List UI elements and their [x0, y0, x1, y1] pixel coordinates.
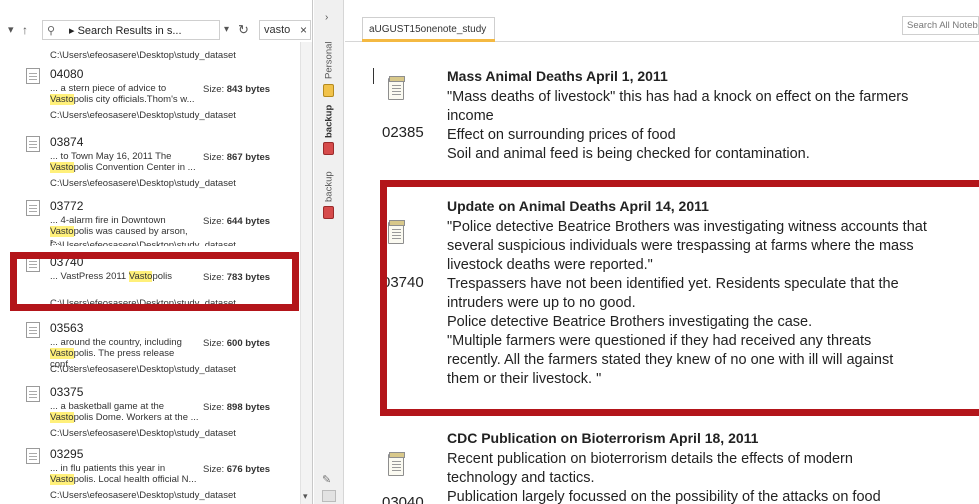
result-item-03295[interactable]: 03295 ... in flu patients this year in V… [0, 446, 300, 504]
result-snippet: ... a basketball game at the Vastopolis … [50, 401, 199, 423]
search-input[interactable]: vasto × [259, 20, 311, 40]
address-bar: ▾ ↑ ⚲ ▸ Search Results in s... ▾ ↻ vasto… [0, 0, 312, 42]
note-line: "Mass deaths of livestock" this has had … [447, 89, 909, 105]
result-path: C:\Users\efeosasere\Desktop\study_datase… [50, 428, 236, 439]
note-icon [388, 452, 405, 476]
back-dropdown-icon[interactable]: ▾ [8, 24, 14, 36]
note-number: 02385 [382, 124, 424, 141]
section-tabs-strip: › Personal backup backup ✎ [314, 0, 344, 504]
result-snippet: ... a stern piece of advice to Vastopoli… [50, 83, 195, 105]
result-title: 03375 [50, 385, 84, 399]
note-line: technology and tactics. [447, 470, 595, 486]
result-snippet: ... to Town May 16, 2011 The Vastopolis … [50, 151, 196, 173]
note-line: income [447, 108, 494, 124]
location-path-text: ▸ Search Results in s... [69, 25, 182, 37]
search-all-notebooks-input[interactable]: Search All Notebooks [902, 16, 979, 35]
search-hit-highlight: Vasto [50, 226, 74, 237]
notebook-icon [323, 84, 334, 97]
result-size: Size: 644 bytes [203, 216, 271, 227]
search-hit-highlight: Vasto [50, 162, 74, 173]
note-line: Soil and animal feed is being checked fo… [447, 146, 810, 162]
result-item-03563[interactable]: 03563 ... around the country, including … [0, 320, 300, 388]
result-snippet: ... in flu patients this year in Vastopo… [50, 463, 197, 485]
result-title: 03772 [50, 199, 84, 213]
note-line: Recent publication on bioterrorism detai… [447, 451, 853, 467]
section-tab-backup-2[interactable]: backup [318, 170, 340, 204]
scroll-down-icon[interactable]: ▾ [303, 491, 308, 502]
note-line: Publication largely focussed on the poss… [447, 489, 881, 504]
search-hit-highlight: Vasto [50, 474, 74, 485]
result-item-04080[interactable]: 04080 ... a stern piece of advice to Vas… [0, 66, 300, 134]
result-title: 03874 [50, 135, 84, 149]
result-item-03874[interactable]: 03874 ... to Town May 16, 2011 The Vasto… [0, 134, 300, 202]
note-body: Recent publication on bioterrorism detai… [447, 450, 979, 504]
path-dropdown-icon[interactable]: ▾ [224, 24, 229, 35]
file-icon [26, 68, 40, 84]
result-size: Size: 676 bytes [203, 464, 271, 475]
location-path-box[interactable]: ⚲ ▸ Search Results in s... [42, 20, 220, 40]
search-hit-highlight: Vasto [50, 94, 74, 105]
result-item-03375[interactable]: 03375 ... a basketball game at the Vasto… [0, 384, 300, 452]
result-size: Size: 600 bytes [203, 338, 271, 349]
result-title: 03563 [50, 321, 84, 335]
result-path: C:\Users\efeosasere\Desktop\study_datase… [50, 240, 236, 246]
note-body: "Mass deaths of livestock" this has had … [447, 88, 979, 164]
note-line: Effect on surrounding prices of food [447, 127, 676, 143]
result-path: C:\Users\efeosasere\Desktop\study_datase… [50, 50, 236, 61]
collapse-arrow-icon[interactable]: › [325, 12, 328, 23]
search-icon: ⚲ [47, 25, 56, 37]
text-cursor [373, 68, 374, 84]
search-hit-highlight: Vasto [50, 412, 74, 423]
highlight-box [380, 180, 979, 416]
note-heading: Mass Animal Deaths April 1, 2011 [447, 68, 668, 84]
file-icon [26, 386, 40, 402]
file-icon [26, 200, 40, 216]
result-path: C:\Users\efeosasere\Desktop\study_datase… [50, 178, 236, 189]
file-icon [26, 448, 40, 464]
up-arrow-icon[interactable]: ↑ [22, 24, 28, 36]
notebook-icon [323, 206, 334, 219]
pen-icon[interactable]: ✎ [322, 473, 331, 486]
result-path: C:\Users\efeosasere\Desktop\study_datase… [50, 110, 236, 121]
result-size: Size: 898 bytes [203, 402, 271, 413]
result-title: 04080 [50, 67, 84, 81]
search-hit-highlight: Vasto [50, 348, 74, 359]
notebook-icon [323, 142, 334, 155]
refresh-icon[interactable]: ↻ [238, 22, 249, 38]
note-heading: CDC Publication on Bioterrorism April 18… [447, 430, 759, 446]
clear-search-icon[interactable]: × [300, 23, 307, 37]
results-scrollbar[interactable]: ▾ [300, 42, 312, 504]
search-query-text: vasto [264, 24, 291, 36]
result-size: Size: 843 bytes [203, 84, 271, 95]
result-path: C:\Users\efeosasere\Desktop\study_datase… [50, 490, 236, 501]
note-icon [388, 76, 405, 100]
search-results-pane: ▾ ↑ ⚲ ▸ Search Results in s... ▾ ↻ vasto… [0, 0, 313, 504]
note-number: 03040 [382, 494, 424, 504]
notebook-page[interactable]: 02385 Mass Animal Deaths April 1, 2011 "… [345, 42, 979, 504]
result-path: C:\Users\efeosasere\Desktop\study_datase… [50, 364, 236, 375]
page-tab-bar: aUGUST15onenote_study [345, 0, 979, 42]
result-size: Size: 867 bytes [203, 152, 271, 163]
result-title: 03295 [50, 447, 84, 461]
window-icon[interactable] [322, 490, 336, 502]
file-icon [26, 136, 40, 152]
highlight-box [10, 252, 299, 311]
section-tab-backup[interactable]: backup [318, 104, 340, 138]
section-tab-personal[interactable]: Personal [318, 40, 340, 80]
file-icon [26, 322, 40, 338]
